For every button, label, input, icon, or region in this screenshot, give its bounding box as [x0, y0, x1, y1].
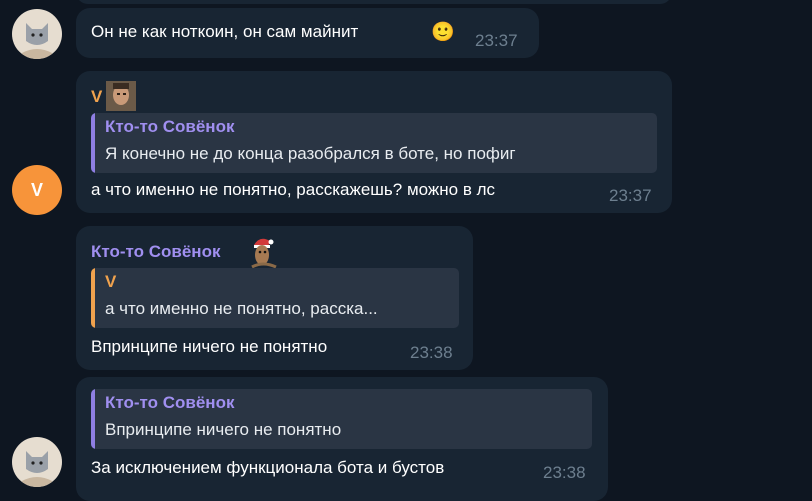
user-avatar[interactable]: [12, 437, 62, 487]
message-bubble[interactable]: V Кто-то Совёнок Я конечно не до конца р…: [76, 71, 672, 213]
reply-author: Кто-то Совёнок: [105, 393, 235, 412]
reply-quote[interactable]: Кто-то Совёнок Впринципе ничего не понят…: [91, 389, 592, 449]
message-time: 23:37: [475, 31, 518, 50]
reply-quote[interactable]: Кто-то Совёнок Я конечно не до конца раз…: [91, 113, 657, 173]
reply-quote[interactable]: V а что именно не понятно, расска...: [91, 268, 459, 328]
message-text: а что именно не понятно, расскажешь? мож…: [91, 180, 496, 199]
cat-avatar-icon: [12, 9, 62, 59]
message-text: Впринципе ничего не понятно: [91, 337, 328, 356]
avatar-letter: V: [30, 179, 43, 200]
message-bubble[interactable]: Он не как ноткоин, он сам майнит 🙂 23:37: [76, 8, 539, 58]
user-avatar-v[interactable]: V: [12, 165, 62, 215]
reply-text: Впринципе ничего не понятно: [105, 420, 342, 439]
cat-avatar-icon: [12, 437, 62, 487]
message-text: Он не как ноткоин, он сам майнит: [91, 22, 359, 41]
smile-emoji-icon: 🙂: [431, 22, 455, 43]
message-bubble[interactable]: Кто-то Совёнок V а что именно не понятно…: [76, 226, 473, 370]
previous-message-bubble[interactable]: [76, 0, 672, 4]
reply-author: Кто-то Совёнок: [105, 117, 235, 136]
message-text: За исключением функционала бота и бустов: [91, 458, 445, 477]
reply-text: Я конечно не до конца разобрался в боте,…: [105, 144, 516, 163]
message-time: 23:38: [543, 463, 586, 482]
message-time: 23:37: [609, 186, 652, 205]
sender-status-sticker-icon: [106, 81, 136, 111]
sender-name[interactable]: V: [91, 87, 102, 107]
owl-santa-hat-sticker-icon: [246, 235, 280, 269]
sender-name[interactable]: Кто-то Совёнок: [91, 242, 220, 262]
reply-text: а что именно не понятно, расска...: [105, 299, 378, 318]
reply-author: V: [105, 272, 117, 291]
message-time: 23:38: [410, 343, 453, 362]
message-bubble[interactable]: Кто-то Совёнок Впринципе ничего не понят…: [76, 377, 608, 501]
user-avatar[interactable]: [12, 9, 62, 59]
